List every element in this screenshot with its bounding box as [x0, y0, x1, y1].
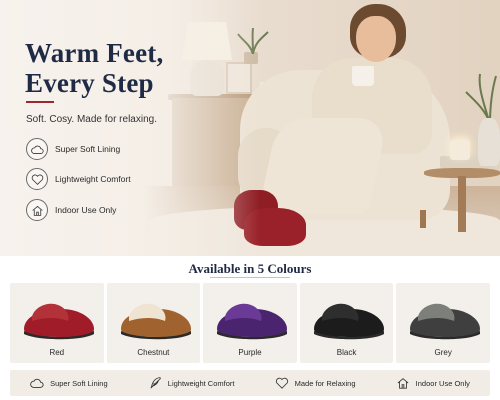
swatch-red[interactable]: Red	[10, 283, 104, 363]
feature-label: Super Soft Lining	[55, 144, 121, 154]
benefit-label: Super Soft Lining	[50, 378, 108, 388]
vase-plant	[465, 73, 497, 124]
hero-tagline: Soft. Cosy. Made for relaxing.	[26, 114, 157, 125]
hero-banner: Warm Feet, Every Step Soft. Cosy. Made f…	[0, 0, 500, 256]
headline-line-2: Every Step	[25, 68, 154, 98]
vase	[478, 118, 500, 166]
swatch-label: Purple	[238, 348, 262, 357]
swatch-label: Chestnut	[137, 348, 170, 357]
house-icon	[397, 378, 409, 389]
slipper-image	[217, 303, 288, 340]
chair-leg	[420, 210, 426, 228]
benefits-bar: Super Soft Lining Lightweight Comfort Ma…	[10, 370, 490, 396]
swatch-label: Red	[49, 348, 65, 357]
heart-icon	[275, 377, 288, 389]
swatch-grey[interactable]: Grey	[396, 283, 490, 363]
colour-swatches: Red Chestnut Purple Black Grey	[10, 283, 490, 363]
benefit-lightweight: Lightweight Comfort	[148, 377, 235, 389]
benefit-indoor: Indoor Use Only	[396, 377, 470, 389]
woman-face	[356, 16, 396, 62]
swatch-label: Black	[336, 348, 357, 357]
heart-icon	[26, 168, 48, 190]
benefit-label: Made for Relaxing	[294, 378, 356, 388]
benefit-soft-lining: Super Soft Lining	[30, 377, 108, 389]
swatch-label: Grey	[434, 348, 452, 357]
swatch-black[interactable]: Black	[299, 283, 394, 363]
swatch-purple[interactable]: Purple	[203, 283, 297, 363]
cloud-icon	[26, 138, 48, 160]
headline-line-1: Warm Feet,	[25, 38, 164, 68]
slipper-image	[24, 303, 94, 340]
feature-soft-lining: Super Soft Lining	[26, 138, 120, 160]
feature-label: Indoor Use Only	[55, 205, 117, 215]
mug	[352, 66, 374, 86]
slipper-image	[313, 303, 384, 340]
benefit-relaxing: Made for Relaxing	[275, 377, 356, 389]
cloud-icon	[30, 378, 44, 388]
slipper-image	[410, 303, 481, 340]
colours-title: Available in 5 Colours	[188, 261, 312, 276]
side-table-leg	[458, 176, 466, 232]
candle	[450, 140, 470, 160]
feature-indoor: Indoor Use Only	[26, 199, 116, 221]
benefit-label: Lightweight Comfort	[167, 378, 235, 388]
feather-icon	[150, 377, 161, 389]
accent-rule	[26, 101, 54, 103]
colours-rule	[210, 277, 290, 278]
feature-label: Lightweight Comfort	[55, 174, 131, 184]
benefit-label: Indoor Use Only	[415, 378, 470, 388]
swatch-chestnut[interactable]: Chestnut	[106, 283, 201, 363]
feature-lightweight: Lightweight Comfort	[26, 168, 131, 190]
house-icon	[26, 199, 48, 221]
slipper-image	[120, 303, 191, 340]
hero-headline: Warm Feet, Every Step	[25, 38, 205, 98]
